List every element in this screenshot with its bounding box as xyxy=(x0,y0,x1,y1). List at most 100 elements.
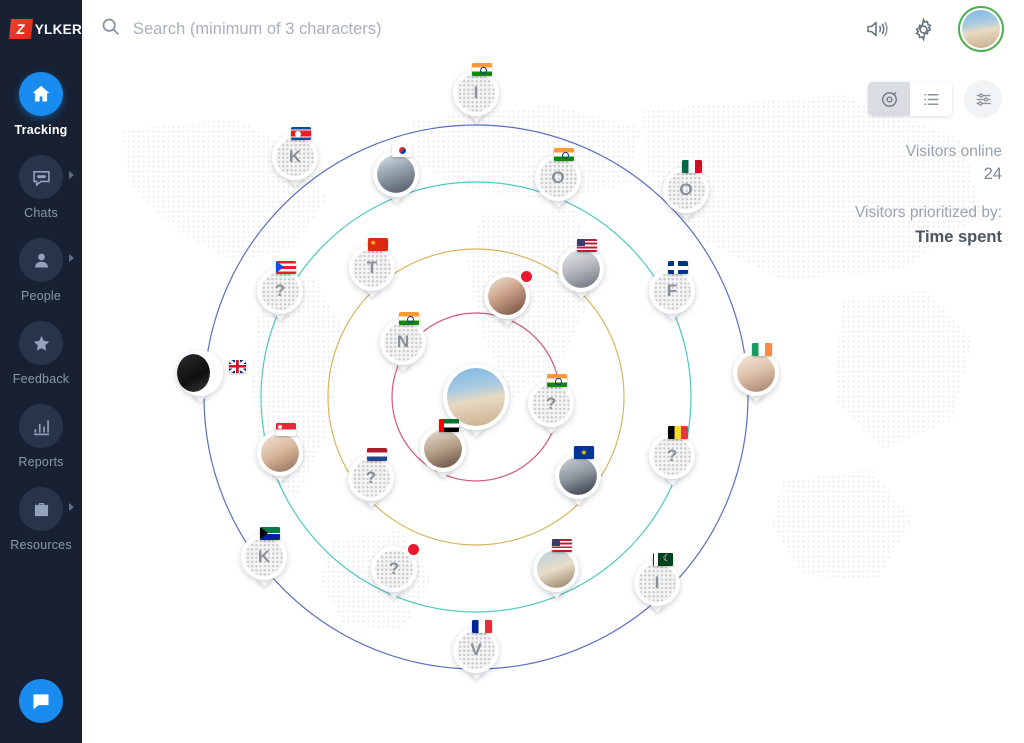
sidebar-item-reports[interactable]: Reports xyxy=(0,398,82,471)
topbar-actions xyxy=(865,6,1004,52)
visitor-pin[interactable]: ? xyxy=(649,426,695,479)
visitor-node[interactable] xyxy=(555,446,601,499)
visitor-pin[interactable] xyxy=(484,271,532,319)
visitor-pin[interactable] xyxy=(177,350,246,396)
visitor-node[interactable] xyxy=(533,539,579,592)
visitor-pin[interactable] xyxy=(373,144,419,197)
sidebar-item-feedback[interactable]: Feedback xyxy=(0,315,82,388)
country-flag-icon xyxy=(574,446,594,459)
visitor-photo xyxy=(377,155,415,193)
visitor-pin[interactable]: O xyxy=(663,160,709,213)
visitor-node[interactable] xyxy=(733,343,779,396)
visitor-pin[interactable]: ? xyxy=(348,448,394,501)
country-flag-icon xyxy=(276,261,296,274)
visitor-pin[interactable]: N xyxy=(380,312,426,365)
visitor-initial: O xyxy=(667,171,705,209)
visitor-photo xyxy=(562,250,600,288)
visitor-node[interactable] xyxy=(373,144,419,197)
visitor-node[interactable]: I xyxy=(634,553,680,606)
sliders-icon[interactable] xyxy=(964,80,1002,118)
visitor-node[interactable]: F xyxy=(649,261,695,314)
app-root: Z YLKER Tracking Chats People Feedback Repor… xyxy=(0,0,1024,743)
app-logo[interactable]: Z YLKER xyxy=(0,0,82,44)
avatar-photo xyxy=(962,10,1000,48)
visitor-node[interactable]: O xyxy=(535,148,581,201)
radar-target-icon[interactable] xyxy=(868,82,910,116)
visitor-initial: I xyxy=(457,74,495,112)
view-mode-segmented xyxy=(868,82,952,116)
list-icon[interactable] xyxy=(910,82,952,116)
briefcase-icon xyxy=(19,487,63,531)
visitor-node[interactable] xyxy=(558,239,604,292)
chat-bubble-icon[interactable] xyxy=(19,679,63,723)
speaker-icon[interactable] xyxy=(865,17,889,41)
visitor-node[interactable] xyxy=(484,271,532,319)
visitor-node[interactable]: K xyxy=(272,127,318,180)
visitor-pin[interactable]: F xyxy=(649,261,695,314)
visitor-photo xyxy=(424,430,462,468)
visitor-node[interactable]: ? xyxy=(649,426,695,479)
visitor-node[interactable] xyxy=(177,350,246,396)
visitor-pin[interactable] xyxy=(533,539,579,592)
visitor-pin[interactable]: K xyxy=(241,527,287,580)
visitor-initial: T xyxy=(353,249,391,287)
bar-chart-icon xyxy=(19,404,63,448)
visitor-pin[interactable]: I xyxy=(634,553,680,606)
visitor-node[interactable]: V xyxy=(453,620,499,673)
country-flag-icon xyxy=(577,239,597,252)
chevron-right-icon[interactable] xyxy=(69,254,74,262)
visitor-node[interactable]: N xyxy=(380,312,426,365)
visitor-photo xyxy=(537,550,575,588)
chevron-right-icon[interactable] xyxy=(69,171,74,179)
country-flag-icon xyxy=(368,238,388,251)
visitor-initial: ? xyxy=(352,459,390,497)
sidebar-item-tracking[interactable]: Tracking xyxy=(0,66,82,139)
visitor-node[interactable]: K xyxy=(241,527,287,580)
visitor-pin[interactable] xyxy=(558,239,604,292)
avatar[interactable] xyxy=(958,6,1004,52)
visitor-node[interactable] xyxy=(420,419,466,472)
visitor-pin[interactable]: I xyxy=(453,63,499,116)
country-flag-icon xyxy=(472,620,492,633)
visitor-initial: ? xyxy=(261,272,299,310)
visitor-pin[interactable]: ? xyxy=(257,261,303,314)
chevron-right-icon[interactable] xyxy=(69,503,74,511)
visitor-node[interactable]: ? xyxy=(528,374,574,427)
visitor-pin[interactable]: K xyxy=(272,127,318,180)
sidebar-item-people[interactable]: People xyxy=(0,232,82,305)
visitor-pin[interactable] xyxy=(257,423,303,476)
visitor-pin[interactable]: O xyxy=(535,148,581,201)
visitor-pin[interactable]: ? xyxy=(371,544,419,592)
sidebar-item-resources[interactable]: Resources xyxy=(0,481,82,554)
country-flag-icon xyxy=(291,127,311,140)
visitor-pin[interactable]: T xyxy=(349,238,395,291)
visitor-photo xyxy=(559,457,597,495)
gear-icon[interactable] xyxy=(911,16,936,42)
country-flag-icon xyxy=(552,539,572,552)
country-flag-icon xyxy=(228,359,246,373)
visitor-pin[interactable]: V xyxy=(453,620,499,673)
country-flag-icon xyxy=(472,63,492,76)
visitor-initial: N xyxy=(384,323,422,361)
visitor-node[interactable]: ? xyxy=(348,448,394,501)
visitor-pin[interactable] xyxy=(733,343,779,396)
country-flag-icon xyxy=(682,160,702,173)
visitor-pin[interactable] xyxy=(420,419,466,472)
visitor-node[interactable]: O xyxy=(663,160,709,213)
visitor-photo xyxy=(447,368,505,426)
visitor-pin[interactable]: ? xyxy=(528,374,574,427)
sidebar-nav: Tracking Chats People Feedback Reports Resour… xyxy=(0,66,82,554)
search-input[interactable] xyxy=(133,19,553,39)
sidebar-item-label: Chats xyxy=(24,206,58,220)
search-bar[interactable] xyxy=(100,16,865,42)
country-flag-icon xyxy=(653,553,673,566)
visitor-initial: I xyxy=(638,564,676,602)
visitor-node[interactable] xyxy=(257,423,303,476)
visitor-node[interactable]: ? xyxy=(257,261,303,314)
visitor-pin[interactable] xyxy=(555,446,601,499)
sidebar-item-chats[interactable]: Chats xyxy=(0,149,82,222)
visitor-node[interactable]: I xyxy=(453,63,499,116)
visitor-node[interactable]: T xyxy=(349,238,395,291)
visitor-node[interactable]: ? xyxy=(371,544,419,592)
visitor-initial: V xyxy=(457,631,495,669)
